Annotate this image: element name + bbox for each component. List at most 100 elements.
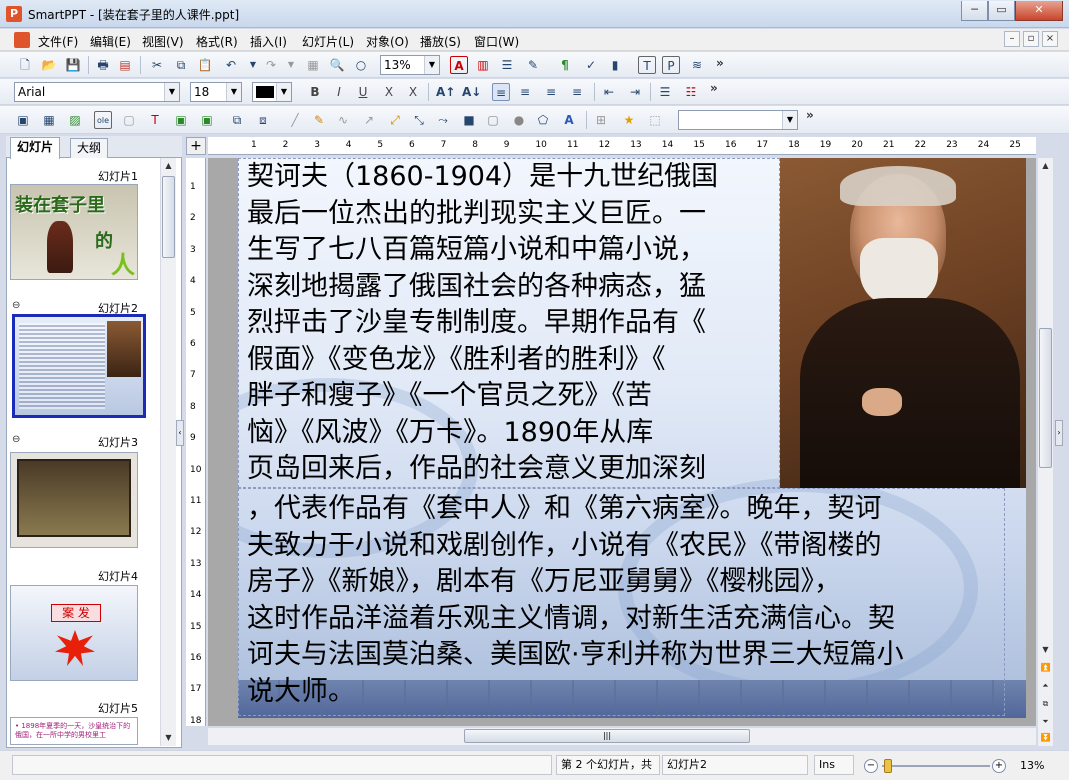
underline-button[interactable]: U: [354, 83, 372, 101]
menu-file[interactable]: 文件(F): [38, 33, 78, 50]
toolbar-more-1[interactable]: »: [716, 56, 724, 70]
redo-dropdown-icon[interactable]: ▼: [282, 56, 300, 74]
scroll-up-icon[interactable]: ▲: [161, 158, 176, 174]
shrink-font-icon[interactable]: A↓: [462, 83, 481, 101]
toolbar-more-3[interactable]: »: [806, 108, 814, 122]
scroll-thumb[interactable]: |||: [464, 729, 750, 743]
align-right-icon[interactable]: ≡: [542, 83, 560, 101]
text-color-icon[interactable]: A: [450, 56, 468, 74]
toolbar-more-2[interactable]: »: [710, 81, 718, 95]
pane-expand-icon[interactable]: ›: [1055, 420, 1063, 446]
page-setup-icon[interactable]: P: [662, 56, 680, 74]
text-box-lower[interactable]: ，代表作品有《套中人》和《第六病室》。晚年，契诃 夫致力于小说和戏剧创作，小说有《…: [238, 488, 1005, 716]
font-size-select[interactable]: 18 ▼: [190, 82, 242, 102]
rectangle-icon[interactable]: ■: [460, 111, 478, 129]
zoom-icon[interactable]: ○: [352, 56, 370, 74]
ellipse-icon[interactable]: ●: [510, 111, 528, 129]
undo-dropdown-icon[interactable]: ▼: [244, 56, 262, 74]
justify-icon[interactable]: ≡: [568, 83, 586, 101]
scroll-thumb[interactable]: [1039, 328, 1052, 468]
star-icon[interactable]: ★: [620, 111, 638, 129]
connector-icon[interactable]: ⤢: [386, 111, 404, 129]
text-box-upper[interactable]: 契诃夫（1860-1904）是十九世纪俄国 最后一位杰出的批判现实主义巨匠。一 生写…: [238, 158, 780, 488]
pen-icon[interactable]: ✎: [310, 111, 328, 129]
zoom-in-icon[interactable]: 🔍: [328, 56, 346, 74]
print-icon[interactable]: 🖶: [94, 56, 112, 74]
canvas-vertical-scrollbar[interactable]: ▲ ▼ ⏫ ⏶ ⧉ ⏷ ⏬: [1037, 158, 1053, 746]
arrow-icon[interactable]: ↗: [360, 111, 378, 129]
slide-thumbnail-5[interactable]: • 1898年夏季的一天，沙皇统治下的俄国，在一所中学的男校里工: [10, 717, 138, 745]
ruler-corner[interactable]: +: [186, 137, 206, 155]
grow-font-icon[interactable]: A↑: [436, 83, 455, 101]
menu-view[interactable]: 视图(V): [142, 33, 184, 50]
menu-format[interactable]: 格式(R): [196, 33, 238, 50]
first-slide-icon[interactable]: ⏫: [1038, 660, 1053, 676]
mdi-restore-button[interactable]: ▫: [1023, 31, 1039, 47]
new-icon[interactable]: 🗋: [16, 56, 34, 74]
cut-icon[interactable]: ✂: [148, 56, 166, 74]
template-icon[interactable]: T: [638, 56, 656, 74]
rounded-rectangle-icon[interactable]: ▢: [484, 111, 502, 129]
close-button[interactable]: ✕: [1015, 1, 1063, 21]
previous-slide-icon[interactable]: ⏶: [1038, 678, 1053, 694]
zoom-select[interactable]: 13% ▼: [380, 55, 440, 75]
minimize-button[interactable]: ─: [961, 1, 988, 21]
group-icon[interactable]: ⧉: [228, 111, 246, 129]
menu-insert[interactable]: 插入(I): [250, 33, 287, 50]
menu-slide[interactable]: 幻灯片(L): [302, 33, 354, 50]
panel-collapse-icon[interactable]: ‹: [176, 420, 184, 446]
ole-icon[interactable]: ole: [94, 111, 112, 129]
italic-button[interactable]: I: [330, 83, 348, 101]
shapes-icon[interactable]: ⬠: [534, 111, 552, 129]
last-slide-icon[interactable]: ⏬: [1038, 730, 1053, 746]
slide-thumbnail-1[interactable]: 装在套子里 的 人: [10, 184, 138, 280]
elbow-connector-icon[interactable]: ⤡: [410, 111, 428, 129]
line-icon[interactable]: ╱: [286, 111, 304, 129]
list-icon[interactable]: ☰: [498, 56, 516, 74]
increase-indent-icon[interactable]: ⇥: [626, 83, 644, 101]
open-folder-icon[interactable]: 📂: [40, 56, 58, 74]
decrease-indent-icon[interactable]: ⇤: [600, 83, 618, 101]
align-left-icon[interactable]: ≡: [492, 83, 510, 101]
align-objects-icon[interactable]: ⊞: [592, 111, 610, 129]
paragraph-icon[interactable]: ¶: [556, 56, 574, 74]
align-center-icon[interactable]: ≡: [516, 83, 534, 101]
menu-window[interactable]: 窗口(W): [474, 33, 519, 50]
scroll-down-icon[interactable]: ▼: [1038, 642, 1053, 658]
redo-icon[interactable]: ↷: [262, 56, 280, 74]
copy-icon[interactable]: ⧉: [172, 56, 190, 74]
slide-thumbnail-3[interactable]: [10, 452, 138, 548]
font-select[interactable]: Arial ▼: [14, 82, 180, 102]
color-select[interactable]: ▼: [252, 82, 292, 102]
table-icon[interactable]: ▦: [40, 111, 58, 129]
scroll-down-icon[interactable]: ▼: [161, 730, 176, 746]
stack-icon[interactable]: ≋: [688, 56, 706, 74]
document-icon[interactable]: [14, 32, 30, 48]
undo-icon[interactable]: ↶: [222, 56, 240, 74]
scroll-thumb[interactable]: [162, 176, 175, 258]
effects-icon[interactable]: ⬚: [646, 111, 664, 129]
slide-canvas[interactable]: 契诃夫（1860-1904）是十九世纪俄国 最后一位杰出的批判现实主义巨匠。一 生写…: [238, 158, 1026, 718]
text-frame-icon[interactable]: T: [146, 111, 164, 129]
ungroup-icon[interactable]: ⧈: [254, 111, 272, 129]
canvas-horizontal-scrollbar[interactable]: |||: [208, 727, 1036, 745]
style-select[interactable]: ▼: [678, 110, 798, 130]
zoom-out-icon[interactable]: −: [864, 759, 878, 773]
bold-button[interactable]: B: [306, 83, 324, 101]
menu-edit[interactable]: 编辑(E): [90, 33, 131, 50]
slide-thumbnail-4[interactable]: 案 发: [10, 585, 138, 681]
spell-check-icon[interactable]: ✓: [582, 56, 600, 74]
format-painter-icon[interactable]: ▦: [304, 56, 322, 74]
brush-icon[interactable]: ✎: [524, 56, 542, 74]
green-frame-icon[interactable]: ▣: [172, 111, 190, 129]
curved-connector-icon[interactable]: ⤳: [434, 111, 452, 129]
zoom-slider-handle[interactable]: [884, 759, 892, 773]
slide-thumbnail-2[interactable]: [12, 314, 146, 418]
slide-panel-scrollbar[interactable]: ▲ ▼: [160, 158, 176, 746]
zoom-slider[interactable]: [882, 765, 990, 767]
tab-outline[interactable]: 大纲: [70, 138, 109, 158]
next-slide-icon[interactable]: ⏷: [1038, 714, 1053, 730]
zoom-in-icon[interactable]: +: [992, 759, 1006, 773]
numbering-icon[interactable]: ☷: [682, 83, 700, 101]
tab-slides[interactable]: 幻灯片: [10, 137, 61, 159]
